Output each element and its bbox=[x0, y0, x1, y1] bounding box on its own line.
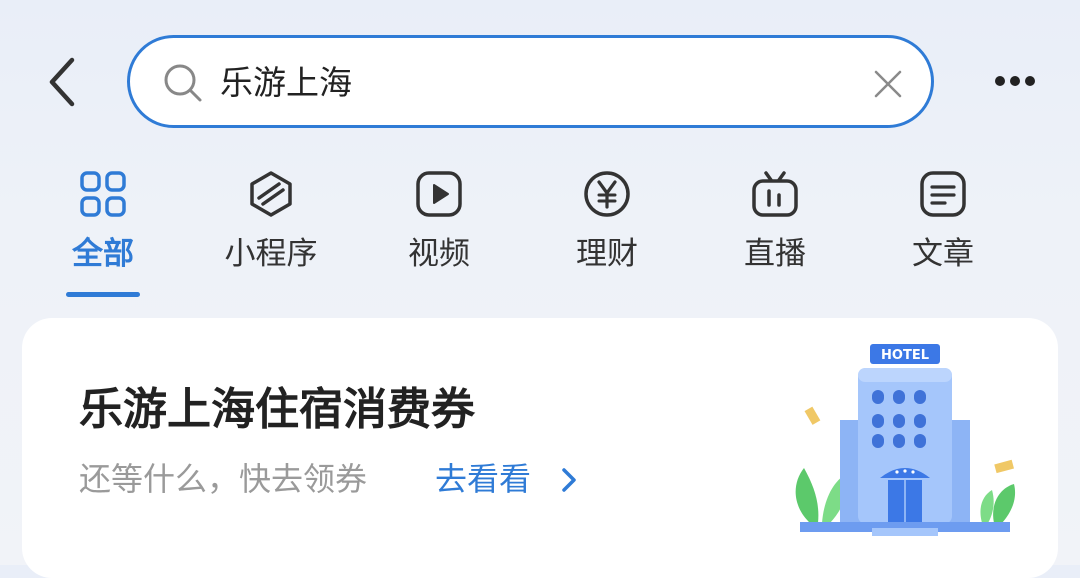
yen-icon bbox=[584, 171, 630, 217]
chevron-right-icon[interactable] bbox=[558, 466, 580, 494]
hotel-illustration: HOTEL bbox=[795, 344, 1016, 536]
tab-mini-program[interactable]: 小程序 bbox=[196, 160, 346, 300]
top-bar: 乐游上海 bbox=[0, 0, 1080, 160]
more-options-icon[interactable] bbox=[990, 66, 1040, 96]
search-input[interactable]: 乐游上海 bbox=[127, 35, 934, 128]
active-tab-indicator bbox=[66, 292, 140, 297]
category-tabs: 全部 小程序 视频 理财 直播 文章 bbox=[0, 160, 1080, 310]
tab-all[interactable]: 全部 bbox=[28, 160, 178, 300]
tab-video[interactable]: 视频 bbox=[364, 160, 514, 300]
tab-life[interactable]: 生 bbox=[1036, 160, 1080, 300]
search-query-text[interactable]: 乐游上海 bbox=[220, 60, 352, 106]
tab-label: 理财 bbox=[576, 236, 638, 272]
tab-label: 文章 bbox=[912, 236, 974, 272]
tab-finance[interactable]: 理财 bbox=[532, 160, 682, 300]
back-arrow-icon[interactable] bbox=[40, 52, 88, 112]
card-title: 乐游上海住宿消费券 bbox=[79, 384, 475, 435]
grid-icon bbox=[80, 171, 126, 217]
tv-icon bbox=[752, 171, 798, 217]
tab-live[interactable]: 直播 bbox=[700, 160, 850, 300]
tab-label: 小程序 bbox=[224, 236, 318, 272]
card-subtitle: 还等什么，快去领券 bbox=[79, 460, 368, 498]
tab-label: 全部 bbox=[72, 236, 134, 272]
hotel-sign-text: HOTEL bbox=[881, 348, 929, 363]
search-icon bbox=[164, 64, 202, 102]
play-icon bbox=[416, 171, 462, 217]
article-icon bbox=[920, 171, 966, 217]
tab-article[interactable]: 文章 bbox=[868, 160, 1018, 300]
mini-program-icon bbox=[250, 171, 292, 217]
tab-label: 直播 bbox=[744, 236, 806, 272]
tab-label: 视频 bbox=[408, 236, 470, 272]
view-link[interactable]: 去看看 bbox=[435, 456, 531, 502]
tab-label: 生 bbox=[1036, 232, 1080, 276]
hotel-voucher-card[interactable]: 乐游上海住宿消费券 还等什么，快去领券 去看看 HOTEL bbox=[22, 318, 1058, 578]
close-icon[interactable] bbox=[871, 67, 905, 101]
